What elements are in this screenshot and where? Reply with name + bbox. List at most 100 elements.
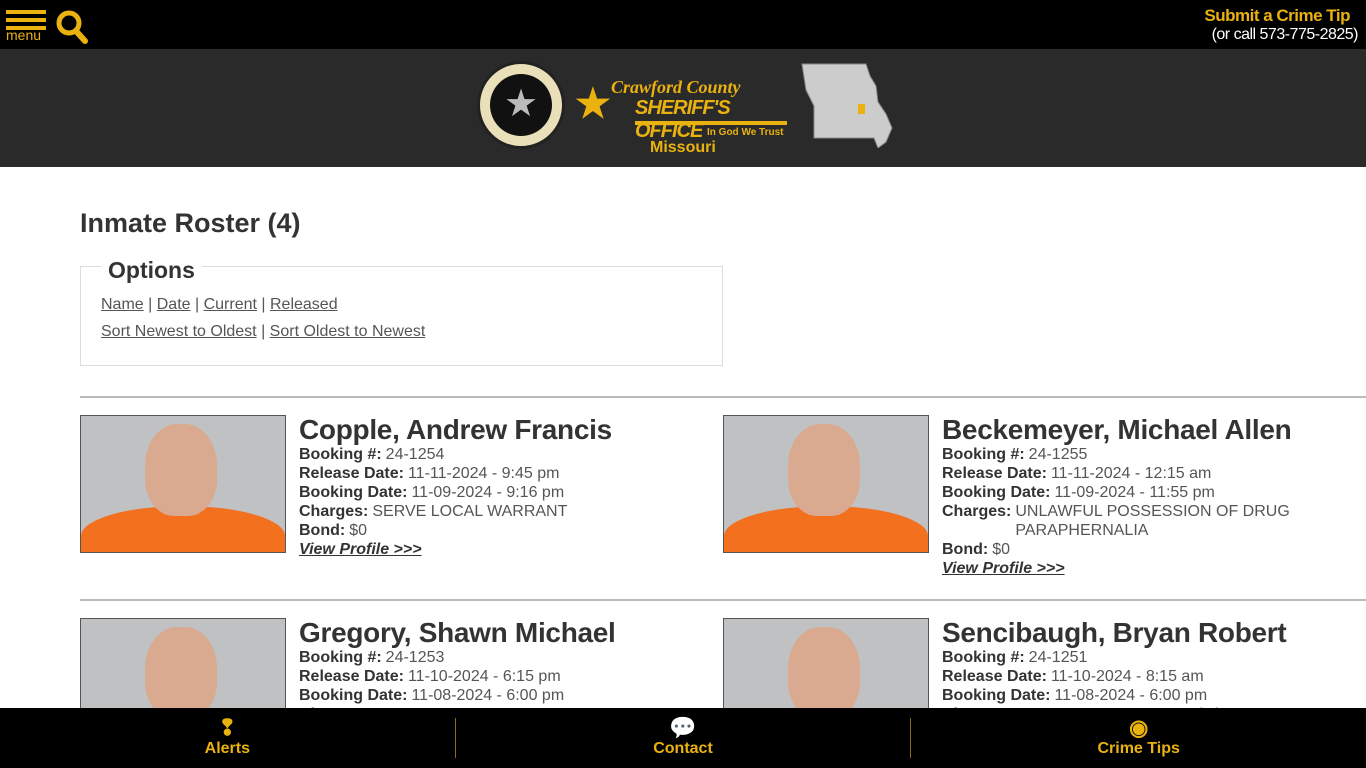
page-title: Inmate Roster (4) xyxy=(80,208,301,238)
options-panel: Options Name | Date | Current | Released… xyxy=(80,257,723,366)
sort-links: Sort Newest to Oldest | Sort Oldest to N… xyxy=(101,323,426,340)
release-date-row: Release Date: 11-10-2024 - 8:15 am xyxy=(942,667,1322,686)
booking-date-row: Booking Date: 11-08-2024 - 6:00 pm xyxy=(942,686,1322,705)
booking-date: 11-08-2024 - 6:00 pm xyxy=(1054,687,1208,704)
bond: $0 xyxy=(992,541,1010,558)
inmate-photo[interactable] xyxy=(723,415,929,553)
hamburger-icon-bar xyxy=(6,18,46,22)
logo-lines xyxy=(635,121,787,125)
badge-star-icon: ★ xyxy=(575,82,611,126)
view-profile-link[interactable]: View Profile >>> xyxy=(299,541,422,558)
bond: $0 xyxy=(349,522,367,539)
charges: SERVE LOCAL WARRANT xyxy=(372,503,568,520)
bond-row: Bond: $0 xyxy=(942,540,1322,559)
nav-alerts[interactable]: ❢ Alerts xyxy=(0,708,455,768)
star-icon: ★ xyxy=(490,74,552,136)
charges-label: Charges: xyxy=(942,503,1012,520)
booking-number: 24-1251 xyxy=(1028,649,1088,666)
booking-number-row: Booking #: 24-1251 xyxy=(942,648,1322,667)
filter-links: Name | Date | Current | Released xyxy=(101,296,338,313)
missouri-map-icon xyxy=(801,63,893,148)
booking-date-row: Booking Date: 11-08-2024 - 6:00 pm xyxy=(299,686,679,705)
eye-icon: ◉ xyxy=(1129,715,1149,740)
charges-row: Charges:SERVE LOCAL WARRANT xyxy=(299,502,679,521)
booking-label: Booking #: xyxy=(299,649,382,666)
bottom-nav: ❢ Alerts 💬 Contact ◉ Crime Tips xyxy=(0,708,1366,768)
booking-number: 24-1255 xyxy=(1028,446,1088,463)
alert-chat-icon: ❢ xyxy=(218,715,237,740)
inmate-name[interactable]: Sencibaugh, Bryan Robert xyxy=(942,618,1322,648)
divider xyxy=(80,599,1366,601)
release-date: 11-11-2024 - 9:45 pm xyxy=(407,465,560,482)
booking-number-row: Booking #: 24-1254 xyxy=(299,445,679,464)
booking-date: 11-09-2024 - 9:16 pm xyxy=(411,484,565,501)
release-date-row: Release Date: 11-11-2024 - 9:45 pm xyxy=(299,464,679,483)
logo-motto: In God We Trust xyxy=(707,127,784,138)
photo-face xyxy=(788,627,860,719)
charges: UNLAWFUL POSSESSION OF DRUG PARAPHERNALI… xyxy=(1015,503,1290,539)
release-date: 11-10-2024 - 6:15 pm xyxy=(407,668,561,685)
booking-date-row: Booking Date: 11-09-2024 - 11:55 pm xyxy=(942,483,1322,502)
inmate-info: Copple, Andrew Francis Booking #: 24-1254… xyxy=(299,415,679,559)
bond-label: Bond: xyxy=(942,541,989,558)
options-legend: Options xyxy=(101,257,202,284)
inmate-info: Beckemeyer, Michael Allen Booking #: 24-1… xyxy=(942,415,1322,578)
view-profile-link[interactable]: View Profile >>> xyxy=(942,560,1065,577)
hamburger-icon xyxy=(6,10,46,14)
release-date-row: Release Date: 11-10-2024 - 6:15 pm xyxy=(299,667,679,686)
crime-tip-phone[interactable]: (or call 573-775-2825) xyxy=(1204,26,1359,44)
booking-number: 24-1254 xyxy=(385,446,445,463)
nav-alerts-label: Alerts xyxy=(204,740,251,757)
filter-current-link[interactable]: Current xyxy=(204,296,257,313)
sort-newest-link[interactable]: Sort Newest to Oldest xyxy=(101,323,257,340)
booking-date-label: Booking Date: xyxy=(942,484,1051,501)
chat-bubbles-icon: 💬 xyxy=(669,715,697,740)
nav-contact[interactable]: 💬 Contact xyxy=(456,708,911,768)
crime-tip-title[interactable]: Submit a Crime Tip xyxy=(1204,6,1350,26)
booking-date-row: Booking Date: 11-09-2024 - 9:16 pm xyxy=(299,483,679,502)
inmate-photo[interactable] xyxy=(80,415,286,553)
top-bar: menu Submit a Crime Tip (or call 573-775… xyxy=(0,0,1366,49)
release-label: Release Date: xyxy=(299,668,404,685)
filter-date-link[interactable]: Date xyxy=(157,296,191,313)
release-label: Release Date: xyxy=(942,668,1047,685)
state-label: Missouri xyxy=(650,139,716,156)
menu-button[interactable]: menu xyxy=(6,10,46,48)
sort-oldest-link[interactable]: Sort Oldest to Newest xyxy=(270,323,426,340)
nav-contact-label: Contact xyxy=(653,740,713,757)
bond-row: Bond: $0 xyxy=(299,521,679,540)
release-date: 11-10-2024 - 8:15 am xyxy=(1050,668,1204,685)
booking-date-label: Booking Date: xyxy=(299,687,408,704)
booking-label: Booking #: xyxy=(299,446,382,463)
booking-number-row: Booking #: 24-1253 xyxy=(299,648,679,667)
bond-label: Bond: xyxy=(299,522,346,539)
photo-face xyxy=(145,424,217,516)
sheriff-seal-logo[interactable]: ★ xyxy=(477,61,565,149)
filter-released-link[interactable]: Released xyxy=(270,296,338,313)
release-date-row: Release Date: 11-11-2024 - 12:15 am xyxy=(942,464,1322,483)
booking-label: Booking #: xyxy=(942,649,1025,666)
photo-face xyxy=(788,424,860,516)
nav-crime-tips-label: Crime Tips xyxy=(1097,740,1180,757)
menu-label: menu xyxy=(6,27,42,43)
charges-label: Charges: xyxy=(299,503,369,520)
inmate-name[interactable]: Copple, Andrew Francis xyxy=(299,415,679,445)
inmate-name[interactable]: Beckemeyer, Michael Allen xyxy=(942,415,1322,445)
booking-number: 24-1253 xyxy=(385,649,445,666)
inmate-name[interactable]: Gregory, Shawn Michael xyxy=(299,618,679,648)
logo-line1: Crawford County xyxy=(611,77,741,97)
release-label: Release Date: xyxy=(942,465,1047,482)
charges-row: Charges: UNLAWFUL POSSESSION OF DRUG PARA… xyxy=(942,502,1322,540)
release-label: Release Date: xyxy=(299,465,404,482)
booking-date: 11-09-2024 - 11:55 pm xyxy=(1054,484,1215,501)
divider xyxy=(80,396,1366,398)
site-header: ★ ★ Crawford County SHERIFF'S OFFICE In … xyxy=(0,49,1366,167)
booking-date: 11-08-2024 - 6:00 pm xyxy=(411,687,565,704)
crime-tip-link[interactable]: Submit a Crime Tip (or call 573-775-2825… xyxy=(1204,6,1358,44)
booking-number-row: Booking #: 24-1255 xyxy=(942,445,1322,464)
search-icon[interactable] xyxy=(56,10,88,44)
nav-crime-tips[interactable]: ◉ Crime Tips xyxy=(911,708,1366,768)
photo-face xyxy=(145,627,217,719)
filter-name-link[interactable]: Name xyxy=(101,296,144,313)
booking-label: Booking #: xyxy=(942,446,1025,463)
